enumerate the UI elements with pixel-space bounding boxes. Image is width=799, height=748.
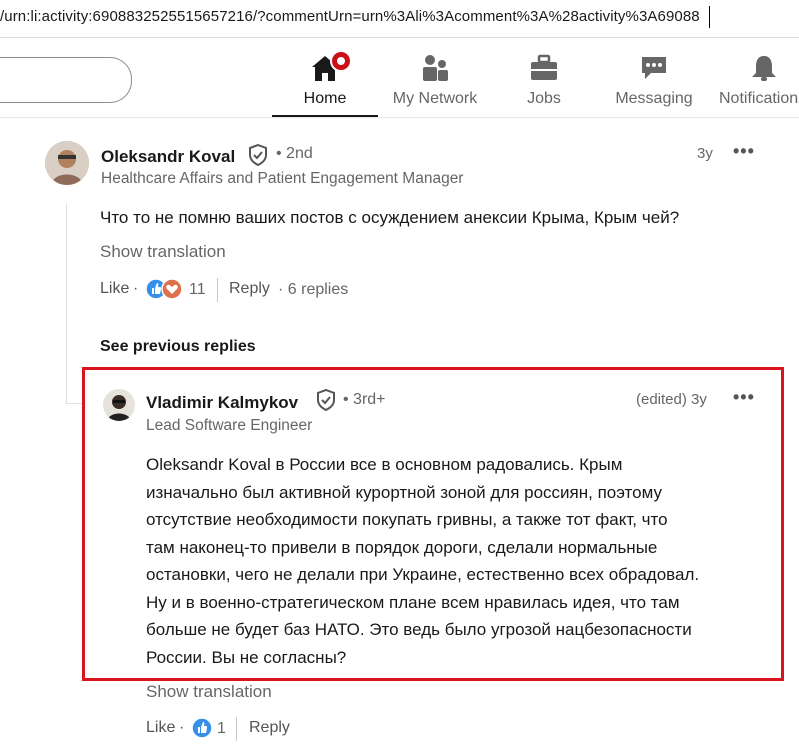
nav-messaging[interactable]: Messaging bbox=[606, 38, 702, 117]
thread-connector bbox=[66, 403, 82, 404]
reply-author-headline: Lead Software Engineer bbox=[146, 417, 313, 434]
avatar[interactable] bbox=[45, 141, 89, 185]
reactions-icons[interactable] bbox=[145, 278, 183, 305]
like-reaction-icon[interactable] bbox=[191, 717, 213, 744]
briefcase-icon bbox=[529, 54, 559, 87]
reply-text-line: больше не будет баз НАТО. Это ведь было … bbox=[146, 620, 692, 639]
reply-text-line: там наконец-то привели в порядок дороги,… bbox=[146, 537, 658, 557]
reply-text: Oleksandr Koval в России все в основном … bbox=[146, 451, 699, 671]
chat-icon bbox=[639, 54, 669, 87]
verified-shield-icon bbox=[248, 143, 268, 171]
separator-dot: · bbox=[179, 719, 185, 736]
reply-text-line: России. Вы не согласны? bbox=[146, 647, 347, 667]
reaction-count[interactable]: 1 bbox=[217, 720, 226, 738]
reply-text-line: Oleksandr Koval в России все в основном … bbox=[146, 455, 623, 474]
nav-label: Home bbox=[303, 90, 347, 107]
show-translation-button[interactable]: Show translation bbox=[146, 682, 272, 702]
more-options-button[interactable]: ••• bbox=[733, 141, 755, 162]
separator-dot: · bbox=[133, 280, 139, 297]
comment-text: Что то не помню ваших постов с осуждение… bbox=[100, 208, 680, 227]
nav-my-network[interactable]: My Network bbox=[384, 38, 486, 117]
connection-degree: • 2nd bbox=[276, 145, 313, 162]
nav-label: Messaging bbox=[615, 90, 693, 107]
search-input[interactable] bbox=[0, 57, 132, 103]
nav-label: Notifications bbox=[719, 90, 799, 107]
like-button[interactable]: Like bbox=[100, 280, 129, 298]
thread-line bbox=[66, 203, 67, 403]
like-button[interactable]: Like bbox=[146, 719, 175, 737]
home-icon bbox=[310, 50, 352, 87]
reaction-count[interactable]: 11 bbox=[189, 281, 206, 299]
active-indicator bbox=[272, 115, 378, 117]
reply-button[interactable]: Reply bbox=[249, 719, 290, 737]
top-navigation: Home My Network Jobs Messaging Notificat… bbox=[0, 38, 799, 118]
verified-shield-icon bbox=[316, 388, 336, 416]
reply-timestamp: (edited) 3y bbox=[636, 391, 707, 408]
notification-badge bbox=[330, 50, 352, 72]
reply-text-line: изначально был активной курортной зоной … bbox=[146, 482, 662, 502]
comment-author-name[interactable]: Oleksandr Koval bbox=[101, 147, 235, 167]
browser-url-bar[interactable]: /urn:li:activity:6908832525515657216/?co… bbox=[0, 0, 799, 38]
show-translation-button[interactable]: Show translation bbox=[100, 242, 226, 262]
divider bbox=[217, 278, 218, 302]
url-text[interactable]: /urn:li:activity:6908832525515657216/?co… bbox=[0, 8, 700, 25]
reply-text-line: остановки, чего не делали при Украине, е… bbox=[146, 565, 700, 584]
bell-icon bbox=[749, 54, 779, 87]
reply-text-line: Ну и в военно-стратегическом плане всем … bbox=[146, 592, 680, 612]
reply-author-name[interactable]: Vladimir Kalmykov bbox=[146, 393, 298, 413]
divider bbox=[236, 717, 237, 741]
people-icon bbox=[420, 54, 450, 87]
see-previous-replies-button[interactable]: See previous replies bbox=[100, 338, 256, 356]
text-cursor bbox=[709, 6, 710, 28]
nav-label: My Network bbox=[392, 90, 478, 107]
comment-author-headline: Healthcare Affairs and Patient Engagemen… bbox=[101, 170, 464, 187]
reply-text-line: отсутствие необходимости покупать гривны… bbox=[146, 510, 668, 529]
nav-home[interactable]: Home bbox=[272, 38, 378, 117]
comment-timestamp: 3y bbox=[697, 145, 713, 162]
nav-jobs[interactable]: Jobs bbox=[496, 38, 592, 117]
avatar[interactable] bbox=[103, 389, 135, 421]
more-options-button[interactable]: ••• bbox=[733, 387, 755, 408]
nav-notifications[interactable]: Notifications bbox=[716, 38, 799, 117]
replies-count[interactable]: · 6 replies bbox=[278, 281, 348, 299]
connection-degree: • 3rd+ bbox=[343, 391, 386, 408]
nav-label: Jobs bbox=[527, 90, 561, 107]
reply-button[interactable]: Reply bbox=[229, 280, 270, 298]
